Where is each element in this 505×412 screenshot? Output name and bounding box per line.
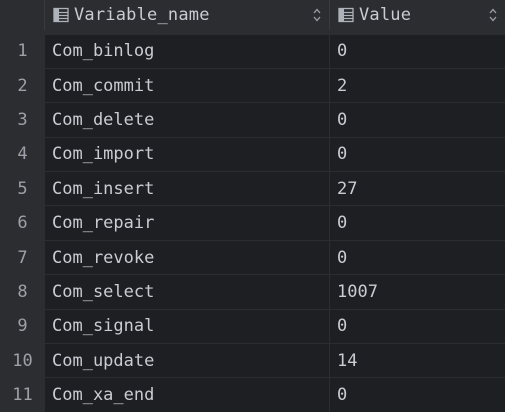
- row-number[interactable]: 10: [0, 351, 45, 371]
- cell-value[interactable]: 14: [330, 344, 505, 378]
- cell-variable-name[interactable]: Com_signal: [45, 309, 330, 344]
- sort-arrows-icon[interactable]: [313, 8, 321, 22]
- cell-value[interactable]: 2: [330, 68, 505, 103]
- cell-variable-name[interactable]: Com_xa_end: [45, 378, 330, 412]
- table-row[interactable]: 8 Com_select 1007: [0, 275, 505, 309]
- grid-body: 1 Com_binlog 0 2 Com_commit 2 3 Com_delete 0 4 Com…: [0, 34, 505, 412]
- sort-arrows-icon[interactable]: [489, 8, 497, 22]
- column-header-value[interactable]: Value: [330, 0, 505, 30]
- table-row[interactable]: 7 Com_revoke 0: [0, 240, 505, 275]
- row-number[interactable]: 5: [0, 179, 45, 199]
- table-column-icon: [338, 7, 354, 23]
- grid-header: Variable_name Value: [0, 0, 505, 30]
- table-row[interactable]: 10 Com_update 14: [0, 344, 505, 378]
- cell-variable-name[interactable]: Com_update: [45, 344, 330, 378]
- cell-variable-name[interactable]: Com_import: [45, 137, 330, 172]
- cell-value[interactable]: 1007: [330, 275, 505, 309]
- row-number[interactable]: 2: [0, 76, 45, 96]
- table-row[interactable]: 5 Com_insert 27: [0, 172, 505, 206]
- cell-variable-name[interactable]: Com_repair: [45, 206, 330, 240]
- table-column-icon: [53, 7, 69, 23]
- column-title: Value: [359, 5, 412, 25]
- table-row[interactable]: 9 Com_signal 0: [0, 309, 505, 344]
- table-row[interactable]: 2 Com_commit 2: [0, 68, 505, 103]
- table-row[interactable]: 11 Com_xa_end 0: [0, 378, 505, 412]
- cell-variable-name[interactable]: Com_select: [45, 275, 330, 309]
- table-row[interactable]: 4 Com_import 0: [0, 137, 505, 172]
- cell-value[interactable]: 0: [330, 137, 505, 172]
- cell-value[interactable]: 27: [330, 172, 505, 206]
- row-number[interactable]: 6: [0, 213, 45, 233]
- row-number[interactable]: 11: [0, 385, 45, 405]
- table-row[interactable]: 1 Com_binlog 0: [0, 34, 505, 68]
- row-number[interactable]: 7: [0, 248, 45, 268]
- row-number[interactable]: 1: [0, 41, 45, 61]
- cell-value[interactable]: 0: [330, 103, 505, 137]
- row-number[interactable]: 3: [0, 110, 45, 130]
- row-number[interactable]: 8: [0, 282, 45, 302]
- row-number[interactable]: 4: [0, 144, 45, 164]
- table-row[interactable]: 6 Com_repair 0: [0, 206, 505, 240]
- cell-variable-name[interactable]: Com_revoke: [45, 240, 330, 275]
- cell-value[interactable]: 0: [330, 378, 505, 412]
- cell-value[interactable]: 0: [330, 34, 505, 68]
- cell-variable-name[interactable]: Com_insert: [45, 172, 330, 206]
- cell-value[interactable]: 0: [330, 240, 505, 275]
- cell-value[interactable]: 0: [330, 309, 505, 344]
- column-header-variable-name[interactable]: Variable_name: [45, 0, 330, 30]
- cell-variable-name[interactable]: Com_binlog: [45, 34, 330, 68]
- cell-value[interactable]: 0: [330, 206, 505, 240]
- cell-variable-name[interactable]: Com_commit: [45, 68, 330, 103]
- row-number-header: [0, 0, 45, 30]
- cell-variable-name[interactable]: Com_delete: [45, 103, 330, 137]
- row-number[interactable]: 9: [0, 316, 45, 336]
- result-grid: Variable_name Value 1 Com_binlog 0 2 Com_com…: [0, 0, 505, 412]
- column-title: Variable_name: [74, 5, 210, 25]
- table-row[interactable]: 3 Com_delete 0: [0, 103, 505, 137]
